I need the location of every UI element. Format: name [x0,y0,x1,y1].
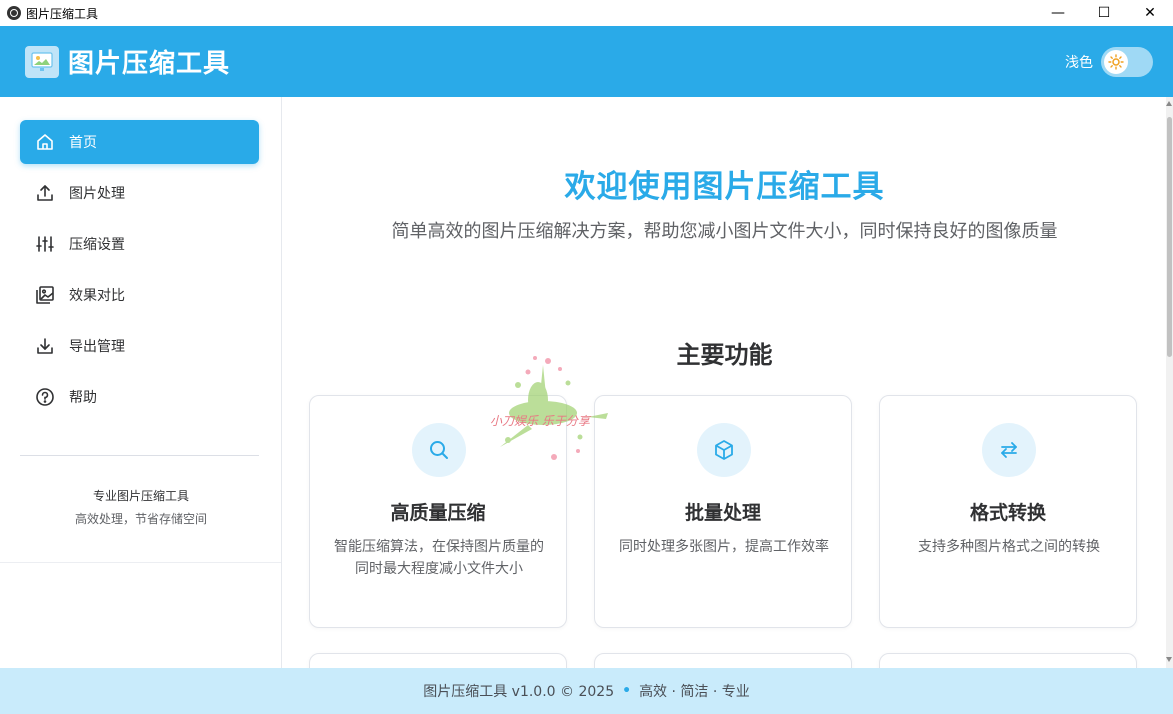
window-title: 图片压缩工具 [26,6,99,21]
feature-card-title: 高质量压缩 [390,502,486,524]
app-title: 图片压缩工具 [68,49,231,79]
footer-tagline: 高效 · 简洁 · 专业 [639,684,750,700]
sidebar-item-label: 首页 [69,135,97,151]
scrollbar-thumb[interactable] [1167,117,1172,357]
main-scrollbar[interactable] [1166,97,1173,668]
search-icon [412,423,466,477]
feature-card-title: 格式转换 [969,502,1046,524]
sidebar: 首页 图片处理 压缩设置 效果对比 导出管理 帮助 专业图片压缩工具 高效处理，… [0,97,282,668]
feature-card-desc: 智能压缩算法，在保持图片质量的同时最大程度减小文件大小 [334,539,544,577]
welcome-title: 欢迎使用图片压缩工具 [564,169,885,205]
sun-icon [1104,50,1128,74]
sidebar-item-label: 导出管理 [69,339,125,355]
feature-card-partial[interactable] [309,653,567,668]
theme-toggle[interactable] [1101,47,1153,77]
feature-card-desc: 同时处理多张图片，提高工作效率 [619,539,829,555]
sidebar-item-label: 效果对比 [69,288,125,304]
sidebar-item-export[interactable]: 导出管理 [20,324,259,368]
sidebar-item-label: 压缩设置 [69,237,125,253]
close-button[interactable]: ✕ [1127,0,1173,26]
upload-icon [34,182,56,204]
minimize-button[interactable]: — [1035,0,1081,26]
footer-version: 图片压缩工具 v1.0.0 © 2025 [423,684,615,700]
feature-card-title: 批量处理 [684,502,761,524]
app-header: 图片压缩工具 浅色 [0,26,1173,97]
sidebar-item-help[interactable]: 帮助 [20,375,259,419]
feature-card-batch[interactable]: 批量处理 同时处理多张图片，提高工作效率 [594,395,852,628]
sidebar-footer-subtitle: 高效处理，节省存储空间 [74,512,207,526]
sliders-icon [34,233,56,255]
theme-switch-wrap: 浅色 [1065,47,1153,77]
sidebar-item-label: 图片处理 [69,186,125,202]
watermark-logo: 小刀娱乐 乐于分享 [488,355,613,465]
feature-card-partial[interactable] [594,653,852,668]
maximize-button[interactable]: ☐ [1081,0,1127,26]
image-compare-icon [34,284,56,306]
sidebar-item-label: 帮助 [69,390,97,406]
theme-label: 浅色 [1065,55,1093,71]
scroll-up-arrow-icon[interactable] [1166,101,1172,106]
app-logo-icon [25,45,59,78]
features-section-title: 主要功能 [676,341,773,369]
app-icon [7,6,21,20]
cube-icon [697,423,751,477]
sidebar-item-compress-settings[interactable]: 压缩设置 [20,222,259,266]
home-icon [34,131,56,153]
main-content: 欢迎使用图片压缩工具 简单高效的图片压缩解决方案，帮助您减小图片文件大小，同时保… [283,97,1166,668]
sidebar-item-compare[interactable]: 效果对比 [20,273,259,317]
feature-card-partial[interactable] [879,653,1137,668]
sidebar-item-image-processing[interactable]: 图片处理 [20,171,259,215]
download-icon [34,335,56,357]
footer-separator: • [622,683,632,699]
window-titlebar: 图片压缩工具 — ☐ ✕ [0,0,1173,26]
welcome-subtitle: 简单高效的图片压缩解决方案，帮助您减小图片文件大小，同时保持良好的图像质量 [391,221,1058,242]
feature-card-desc: 支持多种图片格式之间的转换 [918,539,1100,555]
app-footer: 图片压缩工具 v1.0.0 © 2025 • 高效 · 简洁 · 专业 [0,668,1173,714]
window-controls: — ☐ ✕ [1035,0,1173,26]
sidebar-footer-title: 专业图片压缩工具 [92,489,189,503]
sidebar-divider [20,455,259,456]
watermark-text: 小刀娱乐 乐于分享 [490,414,590,428]
scroll-down-arrow-icon[interactable] [1166,657,1172,662]
sidebar-item-home[interactable]: 首页 [20,120,259,164]
swap-arrows-icon [982,423,1036,477]
help-icon [34,386,56,408]
sidebar-bottom-divider [0,562,281,563]
feature-card-format[interactable]: 格式转换 支持多种图片格式之间的转换 [879,395,1137,628]
